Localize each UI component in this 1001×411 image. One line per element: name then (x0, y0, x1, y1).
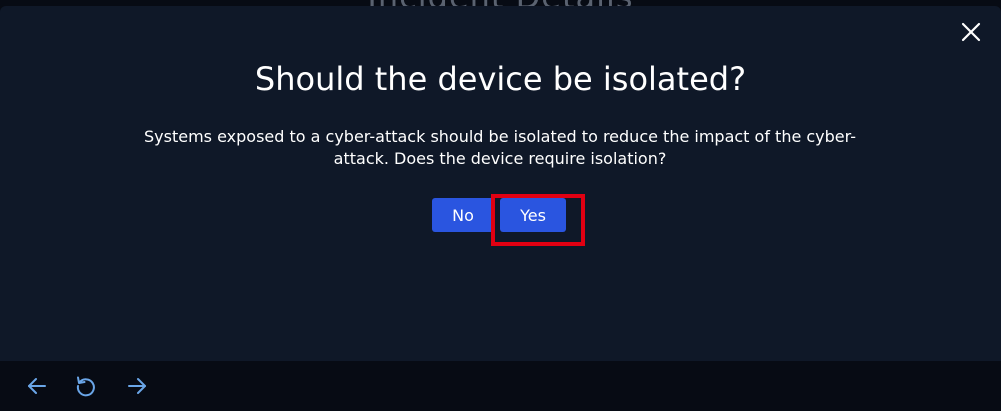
isolation-dialog: Should the device be isolated? Systems e… (0, 6, 1001, 361)
arrow-left-icon[interactable] (25, 374, 49, 398)
no-button[interactable]: No (432, 198, 494, 232)
close-icon[interactable] (959, 20, 983, 44)
arrow-right-icon[interactable] (125, 374, 149, 398)
navigation-footer (0, 361, 1001, 411)
reload-icon[interactable] (74, 374, 98, 398)
dialog-description: Systems exposed to a cyber-attack should… (144, 127, 856, 168)
dialog-title: Should the device be isolated? (254, 60, 747, 98)
yes-button[interactable]: Yes (500, 198, 566, 232)
page: Incident Details Should the device be is… (0, 0, 1001, 411)
